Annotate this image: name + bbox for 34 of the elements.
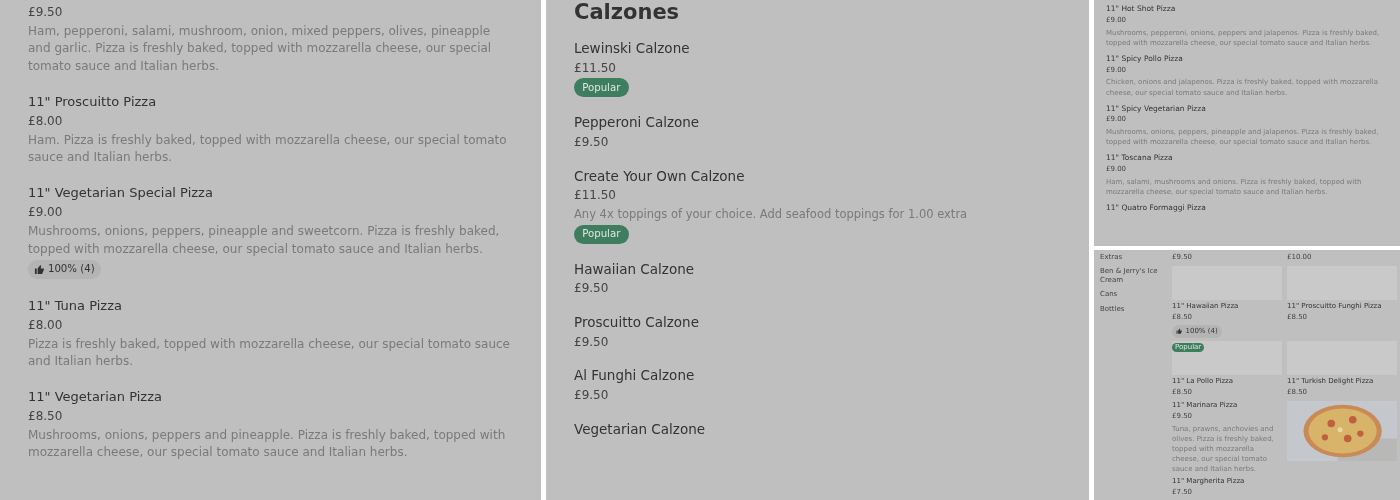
item-name[interactable]: Proscuitto Calzone bbox=[574, 314, 699, 332]
item-name[interactable]: 11" Tuna Pizza bbox=[28, 297, 122, 315]
item-description: Mushrooms, onions, peppers and pineapple. Pizza is freshly baked, topped with mozzarella cheese, our special tomato sauce and Italian herbs. bbox=[28, 427, 507, 462]
item-price: £11.50 bbox=[574, 59, 616, 77]
item-description: Mushrooms, onions, peppers, pineapple and sweetcorn. Pizza is freshly baked, topped with mozzarella cheese, our special tomato sauce and Italian herbs. bbox=[28, 223, 501, 258]
item-price: £9.50 bbox=[574, 333, 609, 351]
item-description: Ham, pepperoni, salami, mushroom, onion, mixed peppers, olives, pineapple and garlic. Pizza is freshly baked, topped with mozzarella cheese, our special tomato sauce and Italian herbs. bbox=[28, 22, 493, 75]
rating-text: 100% (4) bbox=[47, 263, 95, 276]
item-price: £8.00 bbox=[28, 112, 63, 130]
item-name[interactable]: Hawaiian Calzone bbox=[574, 260, 695, 279]
item-name[interactable]: Lewinski Calzone bbox=[574, 40, 690, 58]
popular-badge: Popular bbox=[574, 224, 629, 244]
thumbs-up-icon bbox=[1176, 328, 1183, 335]
item-name[interactable]: Al Funghi Calzone bbox=[574, 367, 695, 385]
item-price: £9.50 bbox=[28, 4, 63, 21]
item-description: Pizza is freshly baked, topped with mozzarella cheese, our special tomato sauce and Italian herbs. bbox=[28, 335, 511, 370]
item-price: £11.50 bbox=[574, 187, 616, 205]
item-name[interactable]: Vegetarian Calzone bbox=[574, 420, 705, 439]
item-price: £8.00 bbox=[28, 316, 63, 334]
item-price: £9.50 bbox=[574, 386, 609, 404]
item-name[interactable]: Create Your Own Calzone bbox=[574, 167, 745, 186]
item-price: £9.00 bbox=[28, 204, 63, 222]
item-price: £9.50 bbox=[574, 280, 609, 298]
item-price: £8.50 bbox=[28, 408, 63, 426]
item-name[interactable]: 11" Proscuitto Pizza bbox=[28, 93, 157, 111]
section-heading: Calzones bbox=[574, 2, 681, 23]
item-description: Any 4x toppings of your choice. Add seafood toppings for 1.00 extra bbox=[574, 206, 968, 223]
item-name[interactable]: 11" Vegetarian Pizza bbox=[28, 389, 162, 407]
item-name[interactable]: 11" Vegetarian Special Pizza bbox=[28, 185, 213, 203]
item-price: £9.50 bbox=[574, 133, 609, 151]
thumbs-up-icon bbox=[34, 264, 45, 275]
item-description: Ham. Pizza is freshly baked, topped with mozzarella cheese, our special tomato sauce and Italian herbs. bbox=[28, 131, 508, 167]
popular-badge: Popular bbox=[574, 78, 629, 98]
item-name[interactable]: Pepperoni Calzone bbox=[574, 114, 700, 132]
